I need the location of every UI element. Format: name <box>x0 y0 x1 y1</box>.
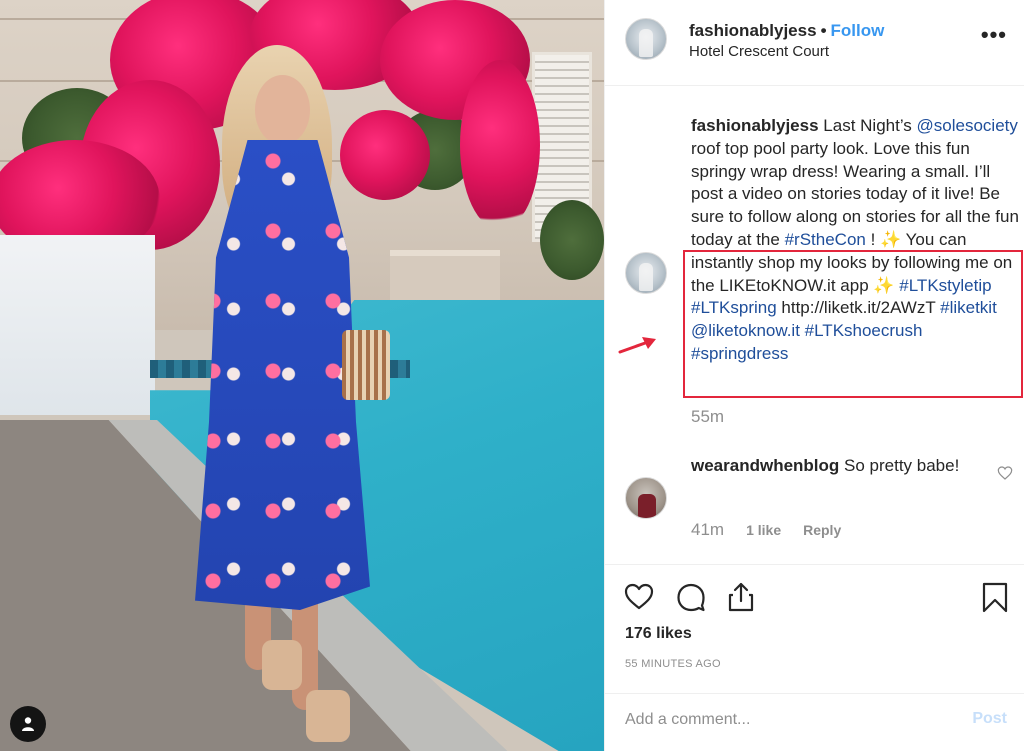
photo-shoe <box>306 690 350 742</box>
comment-likes[interactable]: 1 like <box>746 522 781 538</box>
photo-bag <box>342 330 390 400</box>
annotation-arrow-icon <box>618 337 656 354</box>
user-icon <box>22 717 34 731</box>
likes-count[interactable]: 176 likes <box>625 625 692 643</box>
like-heart-icon[interactable] <box>623 581 655 613</box>
caption-text-segment: ! <box>865 229 881 249</box>
photo-planter <box>0 235 155 415</box>
post-comment-button[interactable]: Post <box>972 710 1007 728</box>
comment-meta: 41m 1 like Reply <box>691 520 841 540</box>
tagged-users-button[interactable] <box>10 706 46 742</box>
follow-button[interactable]: Follow <box>831 21 885 40</box>
comment-input[interactable] <box>625 708 945 732</box>
annotation-highlight-box <box>683 250 1023 398</box>
more-options-icon[interactable]: ••• <box>981 24 1007 46</box>
caption-hashtag-link[interactable]: @solesociety <box>917 116 1018 135</box>
comment-reply-button[interactable]: Reply <box>803 522 841 538</box>
comment-body: So pretty babe! <box>839 456 960 475</box>
photo-face <box>255 75 310 145</box>
comment-bubble-icon[interactable] <box>675 581 707 613</box>
caption-hashtag-link[interactable]: #rStheCon <box>785 230 866 249</box>
post-header: fashionablyjess • Follow Hotel Crescent Co… <box>605 0 1024 86</box>
photo-flowers <box>460 60 540 230</box>
save-bookmark-icon[interactable] <box>979 581 1011 613</box>
caption-time[interactable]: 55m <box>691 407 724 427</box>
comment-username[interactable]: wearandwhenblog <box>691 456 839 475</box>
caption-text-segment: Last Night’s <box>818 116 917 135</box>
location-link[interactable]: Hotel Crescent Court <box>689 43 829 60</box>
comment-avatar[interactable] <box>625 477 667 519</box>
comment-text: wearandwhenblog So pretty babe! <box>691 455 961 478</box>
comment-like-heart-icon[interactable] <box>997 465 1013 481</box>
author-username[interactable]: fashionablyjess <box>689 21 817 40</box>
post-actions: 176 likes 55 MINUTES AGO <box>605 564 1024 694</box>
caption-username[interactable]: fashionablyjess <box>691 116 819 135</box>
add-comment-bar: Post <box>605 694 1024 751</box>
separator-dot: • <box>820 21 827 40</box>
comment-time[interactable]: 41m <box>691 520 724 540</box>
share-icon[interactable] <box>725 581 757 613</box>
posted-time[interactable]: 55 MINUTES AGO <box>625 658 721 670</box>
photo-hedge <box>540 200 604 280</box>
author-line: fashionablyjess • Follow <box>689 21 884 41</box>
sparkles-icon: ✨ <box>880 229 902 249</box>
post-photo[interactable] <box>0 0 604 751</box>
photo-shoe <box>262 640 302 690</box>
photo-flowers <box>340 110 430 200</box>
author-avatar[interactable] <box>625 18 667 60</box>
caption-avatar[interactable] <box>625 252 667 294</box>
